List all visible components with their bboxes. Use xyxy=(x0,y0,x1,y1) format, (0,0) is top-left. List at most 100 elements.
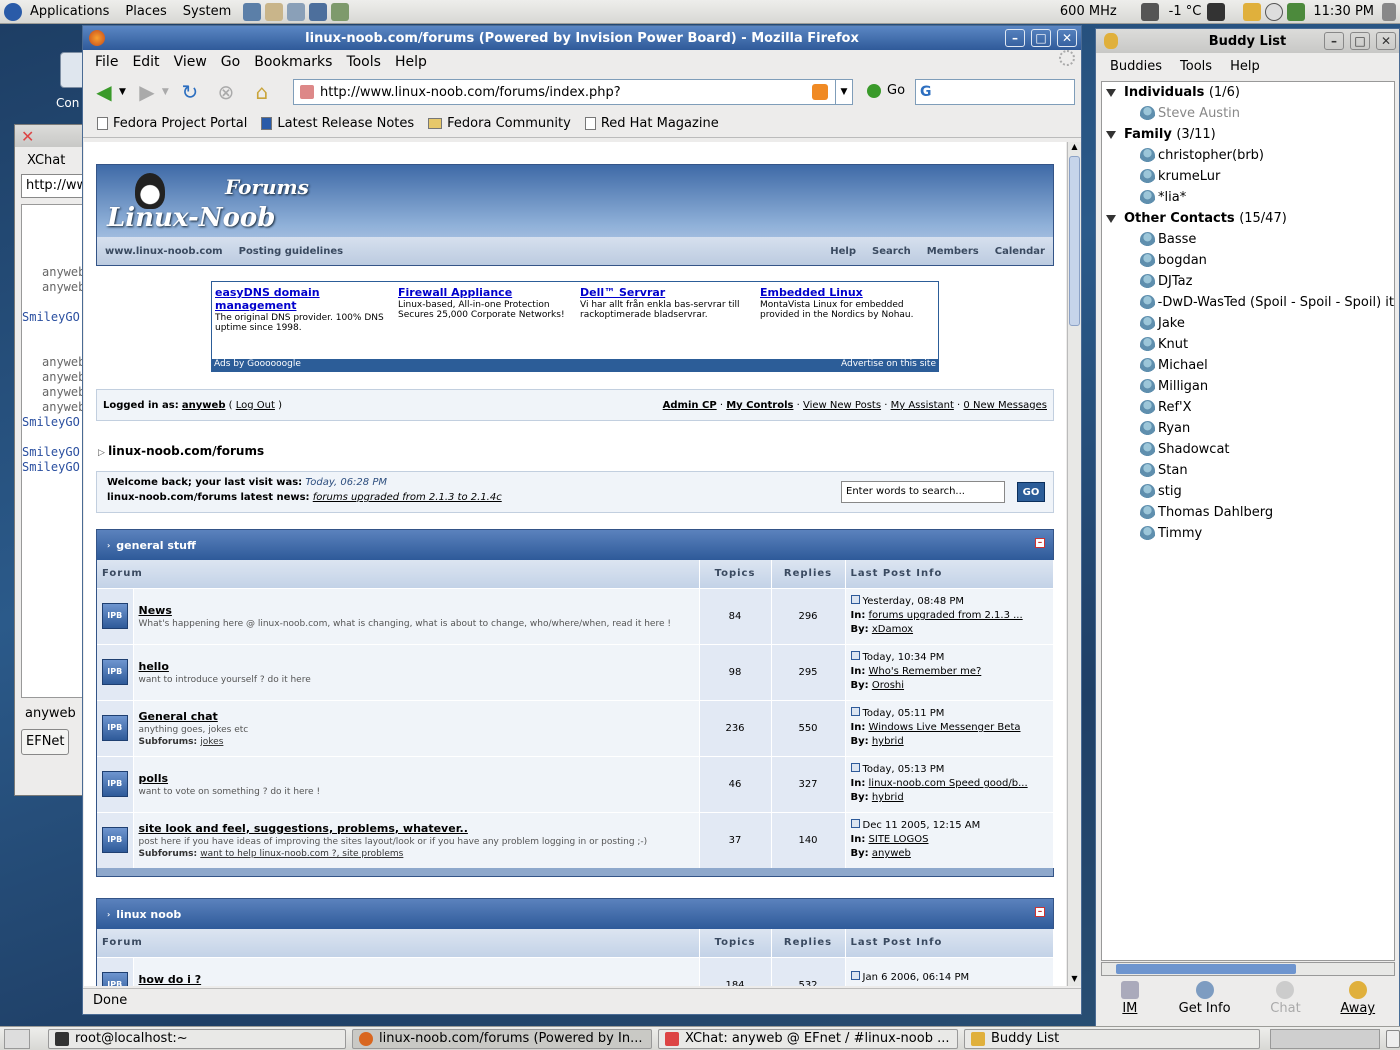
menu-bookmarks[interactable]: Bookmarks xyxy=(254,54,332,70)
menu-go[interactable]: Go xyxy=(221,54,240,70)
last-poster-link[interactable]: xDamox xyxy=(872,624,913,635)
forward-arrow-icon[interactable]: ▶ xyxy=(134,79,160,105)
back-history-chevron-icon[interactable]: ▼ xyxy=(119,87,126,97)
menu-file[interactable]: File xyxy=(95,54,118,70)
subforum-link[interactable]: jokes xyxy=(200,737,223,747)
menu-places[interactable]: Places xyxy=(117,4,174,19)
my-assistant-link[interactable]: My Assistant xyxy=(891,400,954,411)
expander-triangle-icon[interactable] xyxy=(1106,214,1116,223)
forum-name-link[interactable]: News xyxy=(139,604,699,617)
spreadsheet-launcher-icon[interactable] xyxy=(331,2,350,21)
maximize-icon[interactable]: □ xyxy=(1031,29,1051,47)
link-posting-guidelines[interactable]: Posting guidelines xyxy=(239,246,343,257)
minimize-icon[interactable]: – xyxy=(1005,29,1025,47)
forum-name-link[interactable]: polls xyxy=(139,772,699,785)
subforum-link[interactable]: want to help linux-noob.com ?, site prob… xyxy=(200,849,403,859)
buddy-row[interactable]: -DwD-WasTed (Spoil - Spoil - Spoil) it xyxy=(1102,292,1394,313)
workspace-switcher[interactable] xyxy=(1270,1028,1380,1049)
ad-title[interactable]: Dell™ Servrar xyxy=(580,286,760,299)
menu-buddies[interactable]: Buddies xyxy=(1110,59,1162,74)
category-title[interactable]: general stuff xyxy=(116,539,196,552)
site-logo[interactable]: Linux-Noob xyxy=(107,203,275,233)
menu-tools[interactable]: Tools xyxy=(1180,59,1212,74)
buddy-row[interactable]: bogdan xyxy=(1102,250,1394,271)
category-header[interactable]: › linux noob – xyxy=(97,899,1053,929)
get-info-button[interactable]: Get Info xyxy=(1179,979,1231,1025)
xchat-menu[interactable]: XChat xyxy=(15,147,83,168)
buddy-row[interactable]: *lia* xyxy=(1102,187,1394,208)
buddy-scroll-thumb[interactable] xyxy=(1116,964,1296,974)
xchat-nick[interactable]: anyweb xyxy=(25,706,83,721)
buddy-row[interactable]: Stan xyxy=(1102,460,1394,481)
link-home[interactable]: www.linux-noob.com xyxy=(105,246,223,257)
menu-help[interactable]: Help xyxy=(1230,59,1260,74)
link-calendar[interactable]: Calendar xyxy=(995,246,1045,257)
scroll-down-icon[interactable]: ▼ xyxy=(1068,974,1081,986)
last-post-icon[interactable] xyxy=(850,651,860,660)
logout-link[interactable]: Log Out xyxy=(236,400,275,411)
reload-icon[interactable]: ↻ xyxy=(177,79,203,105)
forum-name-link[interactable]: how do i ? xyxy=(139,973,699,986)
last-post-icon[interactable] xyxy=(850,819,860,829)
collapse-icon[interactable]: – xyxy=(1035,907,1045,917)
buddy-row[interactable]: christopher(brb) xyxy=(1102,145,1394,166)
task-terminal[interactable]: root@localhost:~ xyxy=(48,1028,346,1049)
buddy-group[interactable]: Individuals (1/6) xyxy=(1102,82,1394,103)
buddy-horizontal-scrollbar[interactable] xyxy=(1101,962,1395,976)
menu-applications[interactable]: Applications xyxy=(22,4,117,19)
ad-title[interactable]: easyDNS domain management xyxy=(215,286,395,312)
buddy-row[interactable]: Basse xyxy=(1102,229,1394,250)
trash-icon[interactable] xyxy=(1386,1029,1400,1048)
buddy-close-icon[interactable]: ✕ xyxy=(1376,32,1396,50)
buddy-row[interactable]: Timmy xyxy=(1102,523,1394,544)
last-post-icon[interactable] xyxy=(850,707,860,716)
buddy-group[interactable]: Other Contacts (15/47) xyxy=(1102,208,1394,229)
volume-icon[interactable] xyxy=(1382,2,1396,21)
forum-search-go-button[interactable]: GO xyxy=(1017,482,1045,502)
buddy-minimize-icon[interactable]: – xyxy=(1324,32,1344,50)
xchat-close-icon[interactable]: ✕ xyxy=(21,127,34,146)
clock-applet-icon[interactable] xyxy=(1265,2,1284,21)
last-post-topic-link[interactable]: linux-noob.com Speed good/b... xyxy=(869,778,1028,789)
xchat-topic-field[interactable]: http://ww xyxy=(21,174,91,198)
ad-item[interactable]: Embedded Linux MontaVista Linux for embed… xyxy=(760,286,940,320)
buddy-row[interactable]: Steve Austin xyxy=(1102,103,1394,124)
xchat-titlebar[interactable]: ✕ xyxy=(15,125,83,147)
presentation-launcher-icon[interactable] xyxy=(309,2,328,21)
url-bar[interactable]: http://www.linux-noob.com/forums/index.p… xyxy=(293,79,853,105)
buddy-row[interactable]: Knut xyxy=(1102,334,1394,355)
buddy-row[interactable]: Milligan xyxy=(1102,376,1394,397)
buddy-row[interactable]: Jake xyxy=(1102,313,1394,334)
back-arrow-icon[interactable]: ◀ xyxy=(91,79,117,105)
last-poster-link[interactable]: hybrid xyxy=(872,792,904,803)
link-members[interactable]: Members xyxy=(927,246,979,257)
go-button[interactable]: Go xyxy=(867,83,905,98)
latest-news-link[interactable]: forums upgraded from 2.1.3 to 2.1.4c xyxy=(313,492,502,503)
category-header[interactable]: › general stuff – xyxy=(97,530,1053,560)
ads-by-google-link[interactable]: Ads by Goooooogle xyxy=(214,359,301,371)
firefox-titlebar[interactable]: linux-noob.com/forums (Powered by Invisi… xyxy=(83,26,1081,50)
away-button[interactable]: Away xyxy=(1340,979,1375,1025)
forum-name-link[interactable]: General chat xyxy=(139,710,699,723)
chat-button[interactable]: Chat xyxy=(1270,979,1301,1025)
bookmark-fedora-community[interactable]: Fedora Community xyxy=(428,116,571,131)
ad-item[interactable]: Firewall Appliance Linux-based, All-in-on… xyxy=(398,286,578,320)
collapse-icon[interactable]: – xyxy=(1035,538,1045,548)
camera-icon[interactable] xyxy=(1207,2,1226,21)
buddy-row[interactable]: Ryan xyxy=(1102,418,1394,439)
close-icon[interactable]: ✕ xyxy=(1057,29,1077,47)
last-post-icon[interactable] xyxy=(850,971,860,981)
google-search-icon[interactable]: G xyxy=(920,84,932,100)
fedora-icon[interactable] xyxy=(4,2,22,21)
advertise-link[interactable]: Advertise on this site xyxy=(841,359,936,371)
pidgin-tray-icon[interactable] xyxy=(1243,2,1262,21)
url-dropdown-chevron-icon[interactable]: ▼ xyxy=(835,80,852,104)
my-controls-link[interactable]: My Controls xyxy=(726,400,793,411)
buddy-row[interactable]: DJTaz xyxy=(1102,271,1394,292)
buddy-row[interactable]: Michael xyxy=(1102,355,1394,376)
menu-tools[interactable]: Tools xyxy=(346,54,381,70)
last-post-topic-link[interactable]: forums upgraded from 2.1.3 ... xyxy=(869,610,1023,621)
bookmark-red-hat-magazine[interactable]: Red Hat Magazine xyxy=(584,116,719,131)
menu-view[interactable]: View xyxy=(174,54,207,70)
buddy-row[interactable]: Thomas Dahlberg xyxy=(1102,502,1394,523)
